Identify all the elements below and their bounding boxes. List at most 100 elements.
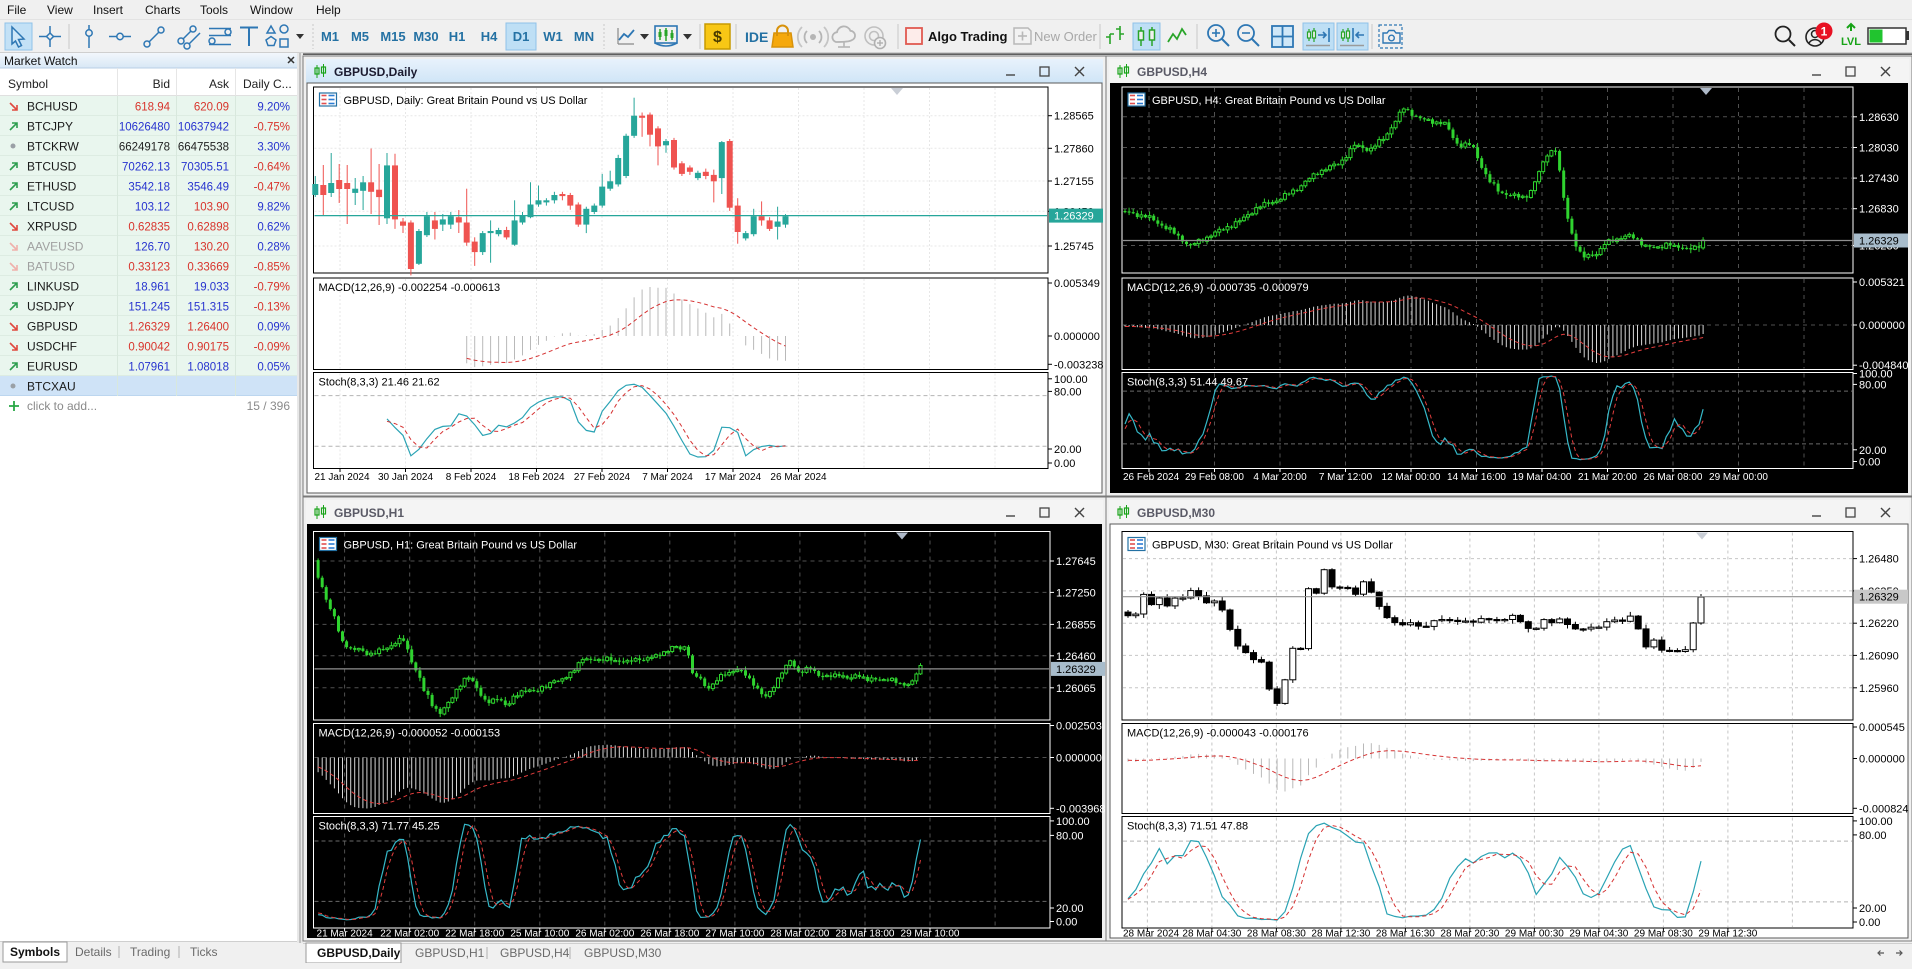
svg-text:66475538: 66475538 [178, 142, 229, 154]
svg-text:1.27645: 1.27645 [1056, 556, 1096, 568]
svg-text:1.26329: 1.26329 [1056, 664, 1096, 676]
svg-text:1.26460: 1.26460 [1056, 651, 1096, 663]
svg-text:LVL: LVL [1841, 36, 1861, 48]
svg-text:1.27155: 1.27155 [1054, 176, 1094, 188]
svg-text:EURUSD: EURUSD [27, 360, 78, 374]
svg-text:-0.000824: -0.000824 [1859, 803, 1909, 815]
svg-text:0.09%: 0.09% [257, 322, 290, 334]
svg-text:GBPUSD: GBPUSD [27, 320, 78, 334]
svg-text:0.00: 0.00 [1056, 917, 1077, 929]
svg-text:20.00: 20.00 [1054, 444, 1082, 456]
svg-text:Stoch(8,3,3) 21.46 21.62: Stoch(8,3,3) 21.46 21.62 [319, 377, 440, 389]
svg-text:3542.18: 3542.18 [128, 182, 170, 194]
svg-text:Stoch(8,3,3) 71.77 45.25: Stoch(8,3,3) 71.77 45.25 [319, 821, 440, 833]
svg-text:0.000000: 0.000000 [1859, 754, 1905, 766]
svg-text:0.90175: 0.90175 [187, 342, 229, 354]
svg-text:29 Mar 00:00: 29 Mar 00:00 [1709, 472, 1768, 483]
svg-text:-0.09%: -0.09% [254, 342, 290, 354]
svg-text:1.27860: 1.27860 [1054, 143, 1094, 155]
svg-text:7 Mar 12:00: 7 Mar 12:00 [1319, 472, 1373, 483]
svg-text:GBPUSD,M30: GBPUSD,M30 [1137, 506, 1215, 520]
svg-text:BTCUSD: BTCUSD [27, 160, 77, 174]
svg-text:-0.003968: -0.003968 [1056, 803, 1106, 815]
svg-text:USDCHF: USDCHF [27, 340, 77, 354]
svg-text:Insert: Insert [93, 3, 124, 17]
svg-text:19 Mar 04:00: 19 Mar 04:00 [1513, 472, 1572, 483]
svg-text:26 Mar 2024: 26 Mar 2024 [770, 472, 827, 483]
svg-text:0.005321: 0.005321 [1859, 277, 1905, 289]
svg-text:1.28630: 1.28630 [1859, 112, 1899, 124]
svg-text:Symbol: Symbol [8, 77, 48, 91]
svg-text:BTCKRW: BTCKRW [27, 140, 79, 154]
svg-text:100.00: 100.00 [1056, 816, 1090, 828]
svg-text:ETHUSD: ETHUSD [27, 180, 77, 194]
svg-text:Details: Details [75, 945, 112, 959]
svg-text:100.00: 100.00 [1859, 816, 1893, 828]
svg-text:MACD(12,26,9) -0.002254 -0.000: MACD(12,26,9) -0.002254 -0.000613 [319, 282, 501, 294]
svg-text:0.002503: 0.002503 [1056, 721, 1102, 733]
svg-text:3.30%: 3.30% [257, 142, 290, 154]
svg-text:1.28030: 1.28030 [1859, 143, 1899, 155]
svg-text:Ask: Ask [209, 77, 230, 91]
svg-text:10626480: 10626480 [119, 122, 170, 134]
svg-text:1.26065: 1.26065 [1056, 683, 1096, 695]
svg-text:W1: W1 [543, 29, 563, 44]
svg-text:0.005349: 0.005349 [1054, 278, 1100, 290]
svg-text:Help: Help [316, 3, 341, 17]
svg-text:19.033: 19.033 [194, 282, 229, 294]
svg-text:-0.13%: -0.13% [254, 302, 290, 314]
svg-text:80.00: 80.00 [1859, 379, 1887, 391]
svg-text:1.27430: 1.27430 [1859, 173, 1899, 185]
svg-text:M1: M1 [321, 29, 339, 44]
svg-text:0.90042: 0.90042 [128, 342, 170, 354]
svg-text:17 Mar 2024: 17 Mar 2024 [705, 472, 762, 483]
svg-text:30 Jan 2024: 30 Jan 2024 [378, 472, 433, 483]
svg-text:1.26329: 1.26329 [128, 322, 170, 334]
svg-text:29 Feb 08:00: 29 Feb 08:00 [1185, 472, 1244, 483]
svg-text:1.26855: 1.26855 [1056, 619, 1096, 631]
svg-text:D1: D1 [513, 29, 530, 44]
svg-text:14 Mar 16:00: 14 Mar 16:00 [1447, 472, 1506, 483]
svg-text:New Order: New Order [1034, 29, 1098, 44]
svg-text:10637942: 10637942 [178, 122, 229, 134]
svg-text:80.00: 80.00 [1859, 830, 1887, 842]
svg-text:27 Feb 2024: 27 Feb 2024 [574, 472, 631, 483]
svg-text:28 Mar 2024: 28 Mar 2024 [1123, 929, 1180, 940]
svg-text:0.33123: 0.33123 [128, 262, 170, 274]
svg-text:MACD(12,26,9) -0.000043 -0.000: MACD(12,26,9) -0.000043 -0.000176 [1127, 728, 1309, 740]
svg-text:GBPUSD, H4: Great Britain Pou: GBPUSD, H4: Great Britain Pound vs US Do… [1152, 95, 1386, 107]
svg-text:Bid: Bid [153, 77, 170, 91]
svg-text:126.70: 126.70 [135, 242, 170, 254]
svg-text:0.62835: 0.62835 [128, 222, 170, 234]
svg-text:1.26830: 1.26830 [1859, 204, 1899, 216]
svg-text:Stoch(8,3,3) 51.44 49.67: Stoch(8,3,3) 51.44 49.67 [1127, 377, 1248, 389]
svg-text:1.26400: 1.26400 [187, 322, 229, 334]
svg-text:-0.85%: -0.85% [254, 262, 290, 274]
svg-text:7 Mar 2024: 7 Mar 2024 [642, 472, 693, 483]
svg-text:0.62898: 0.62898 [187, 222, 229, 234]
svg-text:GBPUSD,Daily: GBPUSD,Daily [317, 946, 401, 960]
svg-text:Market Watch: Market Watch [4, 54, 78, 68]
svg-text:XRPUSD: XRPUSD [27, 220, 77, 234]
svg-text:-0.003238: -0.003238 [1054, 359, 1104, 371]
svg-text:Algo Trading: Algo Trading [928, 29, 1008, 44]
svg-text:GBPUSD,M30: GBPUSD,M30 [584, 946, 662, 960]
svg-text:MACD(12,26,9) -0.000735 -0.000: MACD(12,26,9) -0.000735 -0.000979 [1127, 282, 1309, 294]
svg-text:66249178: 66249178 [119, 142, 170, 154]
svg-text:Ticks: Ticks [190, 945, 218, 959]
svg-text:0.62%: 0.62% [257, 222, 290, 234]
svg-text:1.26480: 1.26480 [1859, 554, 1899, 566]
svg-text:M15: M15 [380, 29, 405, 44]
svg-text:151.315: 151.315 [187, 302, 229, 314]
svg-text:AAVEUSD: AAVEUSD [27, 240, 84, 254]
svg-text:18 Feb 2024: 18 Feb 2024 [508, 472, 565, 483]
svg-text:21 Mar 20:00: 21 Mar 20:00 [1578, 472, 1637, 483]
svg-text:18.961: 18.961 [135, 282, 170, 294]
svg-text:80.00: 80.00 [1056, 830, 1084, 842]
svg-text:Tools: Tools [200, 3, 228, 17]
svg-text:BCHUSD: BCHUSD [27, 100, 78, 114]
svg-text:-0.47%: -0.47% [254, 182, 290, 194]
svg-text:26 Feb 2024: 26 Feb 2024 [1123, 472, 1180, 483]
svg-text:GBPUSD,H1: GBPUSD,H1 [415, 946, 485, 960]
svg-text:M5: M5 [351, 29, 369, 44]
